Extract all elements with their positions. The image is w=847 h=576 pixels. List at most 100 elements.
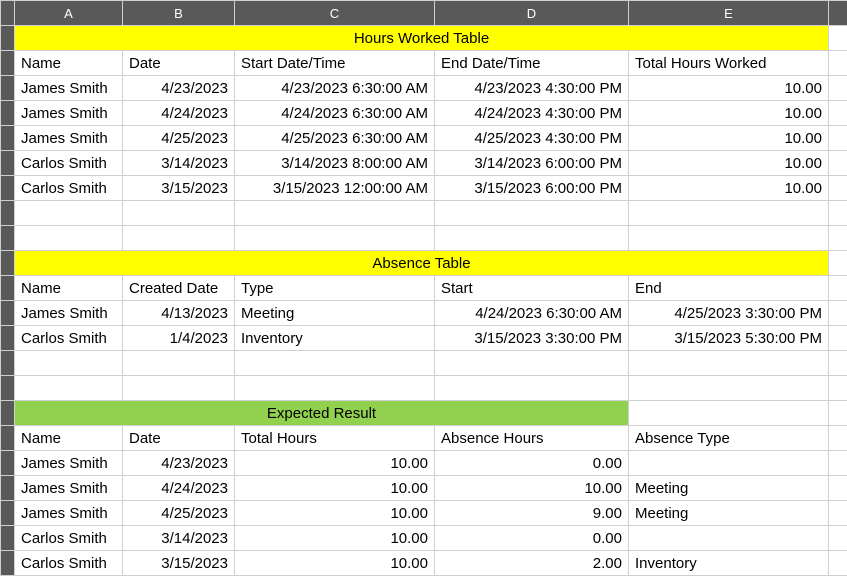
cell[interactable] bbox=[629, 201, 829, 226]
cell[interactable] bbox=[235, 201, 435, 226]
cell[interactable]: Carlos Smith bbox=[15, 526, 123, 551]
cell[interactable]: 1/4/2023 bbox=[123, 326, 235, 351]
cell[interactable]: 0.00 bbox=[435, 451, 629, 476]
cell[interactable] bbox=[829, 76, 847, 101]
cell[interactable]: Meeting bbox=[629, 501, 829, 526]
header-cell[interactable]: Total Hours bbox=[235, 426, 435, 451]
cell[interactable] bbox=[435, 351, 629, 376]
row-header[interactable] bbox=[1, 401, 15, 426]
cell[interactable] bbox=[829, 151, 847, 176]
cell[interactable] bbox=[829, 226, 847, 251]
header-cell[interactable]: Name bbox=[15, 51, 123, 76]
row-header[interactable] bbox=[1, 451, 15, 476]
cell[interactable]: 3/15/2023 bbox=[123, 176, 235, 201]
cell[interactable]: 3/15/2023 6:00:00 PM bbox=[435, 176, 629, 201]
row-header[interactable] bbox=[1, 226, 15, 251]
cell[interactable]: 3/15/2023 12:00:00 AM bbox=[235, 176, 435, 201]
cell[interactable]: Inventory bbox=[235, 326, 435, 351]
cell[interactable] bbox=[123, 376, 235, 401]
header-cell[interactable]: End bbox=[629, 276, 829, 301]
cell[interactable]: 4/25/2023 bbox=[123, 501, 235, 526]
cell[interactable] bbox=[829, 251, 847, 276]
col-header[interactable]: C bbox=[235, 1, 435, 26]
cell[interactable]: 4/24/2023 4:30:00 PM bbox=[435, 101, 629, 126]
cell[interactable] bbox=[829, 351, 847, 376]
header-cell[interactable]: Name bbox=[15, 426, 123, 451]
cell[interactable] bbox=[829, 526, 847, 551]
row-header[interactable] bbox=[1, 51, 15, 76]
cell[interactable] bbox=[829, 301, 847, 326]
col-header[interactable]: D bbox=[435, 1, 629, 26]
header-cell[interactable]: Name bbox=[15, 276, 123, 301]
cell[interactable]: James Smith bbox=[15, 451, 123, 476]
cell[interactable]: 10.00 bbox=[235, 551, 435, 576]
cell[interactable] bbox=[123, 226, 235, 251]
cell[interactable] bbox=[629, 351, 829, 376]
cell[interactable]: 4/23/2023 bbox=[123, 451, 235, 476]
header-cell[interactable]: Type bbox=[235, 276, 435, 301]
cell[interactable] bbox=[123, 201, 235, 226]
row-header[interactable] bbox=[1, 476, 15, 501]
cell[interactable] bbox=[829, 501, 847, 526]
cell[interactable] bbox=[123, 351, 235, 376]
cell[interactable] bbox=[829, 201, 847, 226]
cell[interactable]: 4/23/2023 4:30:00 PM bbox=[435, 76, 629, 101]
row-header[interactable] bbox=[1, 426, 15, 451]
row-header[interactable] bbox=[1, 526, 15, 551]
cell[interactable]: Carlos Smith bbox=[15, 326, 123, 351]
cell[interactable] bbox=[15, 226, 123, 251]
cell[interactable]: Meeting bbox=[235, 301, 435, 326]
cell[interactable]: 4/25/2023 4:30:00 PM bbox=[435, 126, 629, 151]
row-header[interactable] bbox=[1, 276, 15, 301]
header-cell[interactable]: Start bbox=[435, 276, 629, 301]
cell[interactable] bbox=[829, 101, 847, 126]
col-header[interactable]: B bbox=[123, 1, 235, 26]
header-cell[interactable]: Start Date/Time bbox=[235, 51, 435, 76]
cell[interactable] bbox=[829, 426, 847, 451]
cell[interactable]: 4/23/2023 6:30:00 AM bbox=[235, 76, 435, 101]
cell[interactable] bbox=[629, 226, 829, 251]
row-header[interactable] bbox=[1, 201, 15, 226]
cell[interactable]: 4/24/2023 6:30:00 AM bbox=[235, 101, 435, 126]
cell[interactable] bbox=[15, 376, 123, 401]
cell[interactable]: 0.00 bbox=[435, 526, 629, 551]
cell[interactable]: 3/14/2023 6:00:00 PM bbox=[435, 151, 629, 176]
header-cell[interactable]: Absence Hours bbox=[435, 426, 629, 451]
row-header[interactable] bbox=[1, 151, 15, 176]
cell[interactable]: 3/15/2023 3:30:00 PM bbox=[435, 326, 629, 351]
header-cell[interactable]: Date bbox=[123, 51, 235, 76]
cell[interactable] bbox=[235, 376, 435, 401]
cell[interactable]: 10.00 bbox=[235, 451, 435, 476]
row-header[interactable] bbox=[1, 351, 15, 376]
cell[interactable] bbox=[435, 226, 629, 251]
row-header[interactable] bbox=[1, 126, 15, 151]
cell[interactable]: 10.00 bbox=[629, 76, 829, 101]
cell[interactable]: 3/15/2023 bbox=[123, 551, 235, 576]
cell[interactable]: 4/24/2023 6:30:00 AM bbox=[435, 301, 629, 326]
cell[interactable]: James Smith bbox=[15, 76, 123, 101]
cell[interactable] bbox=[235, 226, 435, 251]
row-header[interactable] bbox=[1, 551, 15, 576]
cell[interactable]: Meeting bbox=[629, 476, 829, 501]
header-cell[interactable]: Date bbox=[123, 426, 235, 451]
row-header[interactable] bbox=[1, 251, 15, 276]
cell[interactable]: 3/15/2023 5:30:00 PM bbox=[629, 326, 829, 351]
cell[interactable]: 4/24/2023 bbox=[123, 101, 235, 126]
cell[interactable] bbox=[629, 526, 829, 551]
row-header[interactable] bbox=[1, 326, 15, 351]
cell[interactable]: Inventory bbox=[629, 551, 829, 576]
row-header[interactable] bbox=[1, 101, 15, 126]
cell[interactable]: 10.00 bbox=[235, 501, 435, 526]
cell[interactable]: 10.00 bbox=[435, 476, 629, 501]
cell[interactable]: James Smith bbox=[15, 301, 123, 326]
cell[interactable]: James Smith bbox=[15, 126, 123, 151]
cell[interactable] bbox=[829, 376, 847, 401]
col-header[interactable]: A bbox=[15, 1, 123, 26]
cell[interactable]: Carlos Smith bbox=[15, 551, 123, 576]
cell[interactable] bbox=[829, 401, 847, 426]
cell[interactable]: 10.00 bbox=[629, 151, 829, 176]
cell[interactable]: 2.00 bbox=[435, 551, 629, 576]
cell[interactable]: 4/25/2023 6:30:00 AM bbox=[235, 126, 435, 151]
cell[interactable] bbox=[829, 551, 847, 576]
header-cell[interactable]: Created Date bbox=[123, 276, 235, 301]
